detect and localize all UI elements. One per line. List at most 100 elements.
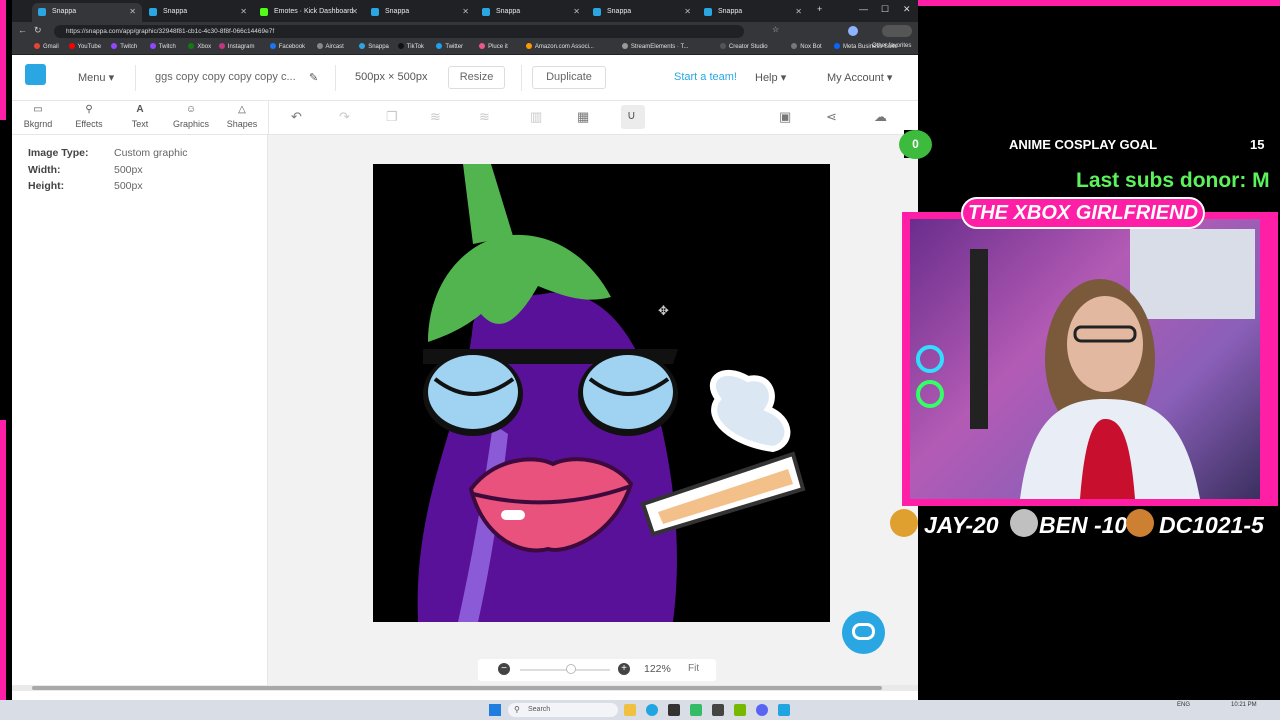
move-cursor-icon: ✥ xyxy=(658,303,669,318)
scrollbar-thumb[interactable] xyxy=(32,686,882,690)
edge-icon[interactable] xyxy=(646,704,658,716)
kick-favicon-icon xyxy=(260,8,268,16)
browser-tab[interactable]: Emotes · Kick Dashboard ✕ xyxy=(254,3,364,22)
bookmark-item[interactable]: YouTube xyxy=(68,43,101,50)
account-menu[interactable]: My Account ▾ xyxy=(827,71,892,84)
close-icon[interactable]: ✕ xyxy=(240,3,247,20)
graphics-tool[interactable]: ☺ Graphics xyxy=(166,104,216,129)
bookmark-item[interactable]: Xbox xyxy=(188,43,211,50)
bookmark-item[interactable]: Twitter xyxy=(436,43,463,50)
clock[interactable]: 10:21 PM xyxy=(1231,702,1257,708)
webcam-title: THE XBOX GIRLFRIEND xyxy=(961,197,1205,229)
browser-window: Snappa ✕ Snappa ✕ Emotes · Kick Dashboard ✕… xyxy=(12,0,918,700)
zoom-slider-handle[interactable] xyxy=(566,664,576,674)
help-menu[interactable]: Help ▾ xyxy=(755,71,786,84)
help-chat-button[interactable] xyxy=(842,611,885,654)
bookmark-item[interactable]: Pluce it xyxy=(479,43,508,50)
trash-icon[interactable]: ▥ xyxy=(530,109,542,125)
medal-1-icon xyxy=(890,509,918,537)
eggplant-emote[interactable] xyxy=(373,164,830,622)
menu-button[interactable]: Menu ▾ xyxy=(78,71,114,84)
cloud-download-icon[interactable]: ☁ xyxy=(874,109,887,125)
close-icon[interactable]: ✕ xyxy=(129,3,136,20)
close-icon[interactable]: ✕ xyxy=(795,3,802,20)
bookmark-item[interactable]: Snappa xyxy=(359,43,389,50)
background-tool[interactable]: ▭ Bkgrnd xyxy=(13,104,63,129)
send-backward-icon[interactable]: ≋ xyxy=(430,109,441,125)
leaderboard-entry: JAY-20 xyxy=(924,512,999,538)
browser-tab[interactable]: Snappa ✕ xyxy=(476,3,586,22)
taskbar-search[interactable]: ⚲ Search xyxy=(508,703,618,717)
save-icon[interactable]: ▣ xyxy=(779,109,791,125)
new-tab-button[interactable]: + xyxy=(817,4,822,14)
bookmark-item[interactable]: Twitch xyxy=(111,43,137,50)
browser-tab[interactable]: Snappa ✕ xyxy=(32,3,142,22)
bookmark-item[interactable]: Nox Bot xyxy=(791,43,822,50)
share-icon[interactable]: ⋖ xyxy=(826,109,837,125)
zoom-in-icon[interactable]: + xyxy=(618,663,630,675)
grid-icon[interactable]: ▦ xyxy=(577,109,589,125)
close-icon[interactable]: ✕ xyxy=(462,3,469,20)
horizontal-scrollbar[interactable] xyxy=(12,685,918,691)
star-icon[interactable]: ☆ xyxy=(772,25,779,34)
magnet-toggle[interactable]: ∪ xyxy=(621,105,645,129)
windows-start-icon[interactable] xyxy=(489,704,501,716)
language-indicator[interactable]: ENG xyxy=(1177,702,1190,708)
effects-tool[interactable]: ⚲ Effects xyxy=(64,104,114,129)
redo-icon[interactable]: ↷ xyxy=(339,109,350,125)
browser-tab[interactable]: Snappa ✕ xyxy=(587,3,697,22)
xbox-app-icon[interactable] xyxy=(690,704,702,716)
bookmark-item[interactable]: Amazon.com Associ... xyxy=(525,43,594,50)
snappa-logo[interactable] xyxy=(25,64,46,85)
file-explorer-icon[interactable] xyxy=(624,704,636,716)
window-close-icon[interactable]: ✕ xyxy=(903,4,911,15)
bookmark-item[interactable]: StreamElements · T... xyxy=(621,43,688,50)
duplicate-button[interactable]: Duplicate xyxy=(532,66,606,89)
resize-button[interactable]: Resize xyxy=(448,66,505,89)
browser-tab[interactable]: Snappa ✕ xyxy=(365,3,475,22)
discord-icon[interactable] xyxy=(756,704,768,716)
bookmark-item[interactable]: TikTok xyxy=(397,43,424,50)
app-icon[interactable] xyxy=(778,704,790,716)
close-icon[interactable]: ✕ xyxy=(351,3,358,20)
lips-highlight xyxy=(501,510,525,520)
back-icon[interactable]: ← xyxy=(18,25,27,35)
other-favorites[interactable]: Other favorites xyxy=(872,43,911,49)
bookmark-item[interactable]: Creator Studio xyxy=(719,43,768,50)
chevron-down-icon: ▾ xyxy=(108,72,115,84)
bookmark-item[interactable]: Twitch xyxy=(149,43,176,50)
text-tool[interactable]: A Text xyxy=(115,104,165,129)
bookmark-item[interactable]: Instagram xyxy=(218,43,254,50)
bookmark-item[interactable]: Gmail xyxy=(34,43,59,50)
pencil-icon[interactable]: ✎ xyxy=(309,71,318,84)
bookmark-favicon-icon xyxy=(359,43,366,49)
rgb-fan xyxy=(916,380,944,408)
bookmark-favicon-icon xyxy=(397,43,404,49)
artboard[interactable]: ✥ xyxy=(373,164,830,622)
undo-icon[interactable]: ↶ xyxy=(291,109,302,125)
browser-tab[interactable]: Snappa ✕ xyxy=(143,3,253,22)
copilot-button[interactable] xyxy=(882,25,912,37)
maximize-icon[interactable]: ☐ xyxy=(881,4,889,15)
shapes-tool[interactable]: △ Shapes xyxy=(217,104,267,129)
browser-tab[interactable]: Snappa ✕ xyxy=(698,3,808,22)
fit-button[interactable]: Fit xyxy=(688,663,699,674)
document-title[interactable]: ggs copy copy copy copy c... xyxy=(155,71,296,83)
minimize-icon[interactable]: — xyxy=(859,4,868,14)
start-team-link[interactable]: Start a team! xyxy=(674,71,737,83)
reload-icon[interactable]: ↻ xyxy=(34,25,42,36)
obs-icon[interactable] xyxy=(712,704,724,716)
copy-icon[interactable]: ❐ xyxy=(386,109,398,125)
zoom-out-icon[interactable]: − xyxy=(498,663,510,675)
zoom-slider[interactable] xyxy=(520,669,610,671)
nvidia-icon[interactable] xyxy=(734,704,746,716)
bookmark-item[interactable]: Facebook xyxy=(269,43,305,50)
chat-icon xyxy=(852,623,875,640)
terminal-icon[interactable] xyxy=(668,704,680,716)
bookmark-item[interactable]: Aircast xyxy=(316,43,344,50)
close-icon[interactable]: ✕ xyxy=(573,3,580,20)
bring-forward-icon[interactable]: ≋ xyxy=(479,109,490,125)
url-field[interactable]: https://snappa.com/app/graphic/32948f81-… xyxy=(54,25,744,38)
profile-avatar[interactable] xyxy=(848,26,858,36)
close-icon[interactable]: ✕ xyxy=(684,3,691,20)
